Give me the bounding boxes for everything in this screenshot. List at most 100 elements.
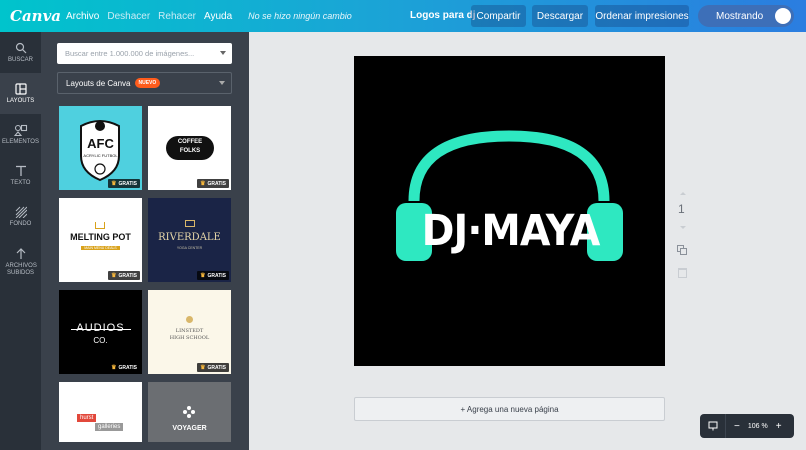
- melting-title: MELTING POT: [70, 232, 131, 242]
- crown-icon: ♛: [111, 365, 117, 371]
- canva-logo[interactable]: Canva: [10, 7, 61, 25]
- layout-thumb-audios[interactable]: AUDIOS CO. ♛ GRATIS: [59, 290, 142, 374]
- free-badge-label: GRATIS: [118, 272, 137, 279]
- hurst-line-2: galleries: [95, 423, 124, 431]
- new-badge: NUEVO: [134, 78, 161, 88]
- delete-page-icon[interactable]: [678, 268, 687, 278]
- upload-icon: [14, 247, 28, 260]
- free-badge: ♛ GRATIS: [108, 179, 140, 188]
- layouts-dropdown-label: Layouts de Canva: [66, 78, 131, 88]
- sun-icon: [186, 316, 193, 323]
- free-badge-label: GRATIS: [118, 180, 137, 187]
- layouts-panel: Buscar entre 1.000.000 de imágenes... La…: [41, 32, 249, 450]
- document-title[interactable]: Logos para dj: [410, 10, 476, 21]
- left-nav: BUSCAR LAYOUTS ELEMENTOS TEXTO FONDO ARC…: [0, 32, 41, 450]
- linstedt-line-2: HIGH SCHOOL: [169, 335, 210, 341]
- riverdale-title: RIVERDALE: [158, 232, 221, 243]
- free-badge: ♛ GRATIS: [108, 363, 140, 372]
- nav-layouts[interactable]: LAYOUTS: [0, 73, 41, 114]
- layout-thumb-coffee[interactable]: COFFEE FOLKS ♛ GRATIS: [148, 106, 231, 190]
- nav-label: TEXTO: [10, 179, 31, 186]
- text-icon: [14, 165, 28, 177]
- afc-title: AFC: [87, 136, 114, 151]
- free-badge-label: GRATIS: [207, 180, 226, 187]
- search-input[interactable]: Buscar entre 1.000.000 de imágenes...: [57, 43, 232, 64]
- linstedt-line-1: LINSTEDT: [175, 328, 204, 334]
- free-badge: ♛ GRATIS: [108, 271, 140, 280]
- toggle-label: Mostrando: [716, 10, 764, 22]
- nav-background[interactable]: FONDO: [0, 196, 41, 237]
- layout-thumb-afc[interactable]: AFC ACRYLIC FUTBOL ♛ GRATIS: [59, 106, 142, 190]
- chevron-down-icon: [219, 81, 225, 85]
- presentation-icon[interactable]: [700, 414, 726, 438]
- nav-label: BUSCAR: [7, 56, 33, 63]
- menu-deshacer[interactable]: Deshacer: [107, 11, 150, 22]
- riverdale-subtitle: YOGA CENTER: [176, 246, 203, 250]
- share-button[interactable]: Compartir: [471, 5, 526, 27]
- page-up-icon[interactable]: [680, 192, 686, 195]
- zoom-in-button[interactable]: +: [776, 421, 782, 432]
- chevron-down-icon: [220, 51, 226, 55]
- logo-text[interactable]: DJ·MAYA: [422, 202, 601, 260]
- free-badge: ♛ GRATIS: [197, 271, 229, 280]
- page-number: 1: [678, 202, 685, 216]
- coffee-line-1: COFFEE: [177, 139, 203, 145]
- free-badge-label: GRATIS: [118, 364, 137, 371]
- search-placeholder: Buscar entre 1.000.000 de imágenes...: [65, 49, 195, 58]
- zoom-out-button[interactable]: −: [734, 421, 740, 432]
- layouts-icon: [14, 82, 28, 95]
- search-icon: [14, 42, 28, 54]
- afc-subtitle: ACRYLIC FUTBOL: [83, 153, 118, 158]
- shapes-icon: [13, 124, 28, 136]
- voyager-title: VOYAGER: [172, 425, 207, 432]
- free-badge-label: GRATIS: [207, 364, 226, 371]
- order-prints-button[interactable]: Ordenar impresiones: [595, 5, 689, 27]
- hurst-line-1: hurst: [77, 414, 97, 422]
- toggle-knob: [775, 8, 791, 24]
- menu-rehacer[interactable]: Rehacer: [158, 11, 196, 22]
- download-button[interactable]: Descargar: [532, 5, 588, 27]
- add-page-button[interactable]: + Agrega una nueva página: [354, 397, 665, 421]
- audios-title: AUDIOS: [76, 322, 125, 334]
- layout-thumb-voyager[interactable]: VOYAGER: [148, 382, 231, 442]
- visibility-toggle[interactable]: Mostrando: [698, 5, 794, 27]
- crown-ornament-icon: [95, 222, 105, 229]
- page-down-icon[interactable]: [680, 226, 686, 229]
- crown-icon: ♛: [200, 273, 206, 279]
- nav-text[interactable]: TEXTO: [0, 155, 41, 196]
- crown-icon: ♛: [200, 181, 206, 187]
- layout-thumb-melting-pot[interactable]: MELTING POT MAIN MENU DEALS ♛ GRATIS: [59, 198, 142, 282]
- layout-thumb-hurst[interactable]: hurst galleries: [59, 382, 142, 442]
- layout-thumb-linstedt[interactable]: LINSTEDT HIGH SCHOOL ♛ GRATIS: [148, 290, 231, 374]
- duplicate-front: [680, 248, 687, 255]
- nav-label: ELEMENTOS: [2, 138, 39, 145]
- background-icon: [14, 206, 28, 218]
- nav-label: ARCHIVOS SUBIDOS: [5, 262, 37, 276]
- zoom-value[interactable]: 106 %: [748, 423, 768, 430]
- book-icon: [185, 220, 195, 227]
- dots-emblem-icon: [183, 406, 195, 418]
- nav-search[interactable]: BUSCAR: [0, 32, 41, 73]
- crown-icon: ♛: [111, 181, 117, 187]
- nav-elements[interactable]: ELEMENTOS: [0, 114, 41, 155]
- zoom-control: − 106 % +: [700, 414, 794, 438]
- duplicate-page-icon[interactable]: [677, 245, 688, 256]
- nav-label: LAYOUTS: [6, 97, 35, 104]
- design-canvas[interactable]: DJ·MAYA: [354, 56, 665, 366]
- free-badge: ♛ GRATIS: [197, 179, 229, 188]
- nav-label: FONDO: [9, 220, 32, 227]
- free-badge: ♛ GRATIS: [197, 363, 229, 372]
- layout-thumb-riverdale[interactable]: RIVERDALE YOGA CENTER ♛ GRATIS: [148, 198, 231, 282]
- crown-icon: ♛: [111, 273, 117, 279]
- strike-line: [71, 329, 131, 330]
- menu-archivo[interactable]: Archivo: [66, 11, 99, 22]
- layouts-dropdown[interactable]: Layouts de Canva NUEVO: [57, 72, 232, 94]
- save-status: No se hizo ningún cambio: [248, 11, 352, 21]
- menu-ayuda[interactable]: Ayuda: [204, 11, 232, 22]
- free-badge-label: GRATIS: [207, 272, 226, 279]
- melting-subtitle: MAIN MENU DEALS: [81, 246, 120, 250]
- coffee-line-2: FOLKS: [179, 148, 201, 154]
- audios-subtitle: CO.: [93, 336, 108, 345]
- crown-icon: ♛: [200, 365, 206, 371]
- nav-uploads[interactable]: ARCHIVOS SUBIDOS: [0, 237, 41, 287]
